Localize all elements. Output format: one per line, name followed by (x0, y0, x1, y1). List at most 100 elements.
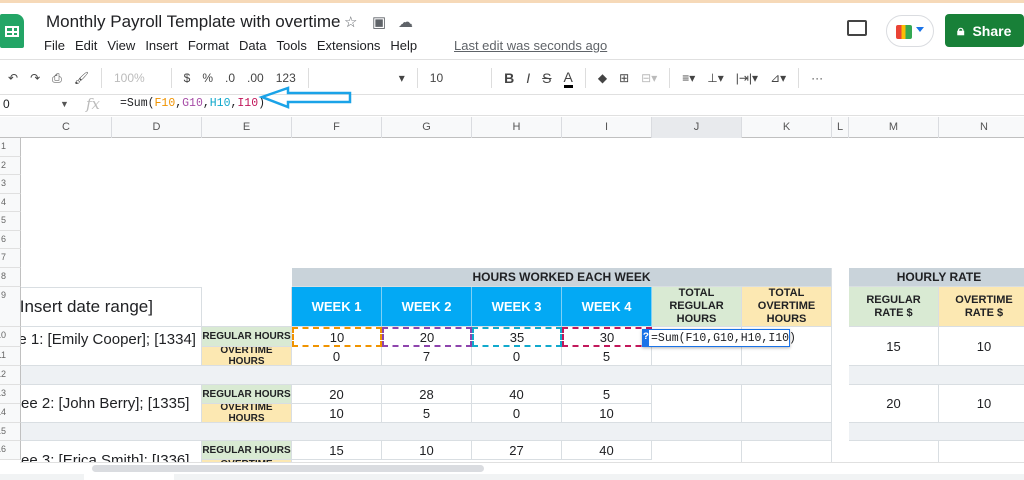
blank-cell[interactable] (202, 287, 292, 327)
regular-hours-cell[interactable]: 28 (382, 385, 472, 404)
italic-button[interactable]: I (526, 70, 530, 86)
overtime-hours-cell[interactable]: 10 (562, 404, 652, 423)
regular-hours-cell[interactable]: 27 (472, 441, 562, 460)
separator-row[interactable] (849, 423, 1024, 441)
scrollbar-thumb[interactable] (92, 465, 484, 472)
gap-column[interactable] (832, 268, 849, 480)
regular-hours-cell[interactable]: 5 (562, 385, 652, 404)
overtime-rate-cell[interactable]: 10 (939, 327, 1024, 366)
name-box[interactable]: 0 (3, 97, 10, 111)
column-header-l[interactable]: L (832, 117, 849, 138)
sheets-logo-icon[interactable] (0, 14, 24, 48)
column-header-i[interactable]: I (562, 117, 652, 138)
total-overtime-header[interactable]: TOTAL OVERTIME HOURS (742, 287, 832, 327)
currency-button[interactable]: $ (184, 71, 191, 85)
overtime-hours-cell[interactable]: 5 (382, 404, 472, 423)
row-header-2[interactable]: 2 (0, 157, 21, 175)
row-header-8[interactable]: 8 (0, 268, 21, 287)
week-2-header[interactable]: WEEK 2 (382, 287, 472, 327)
regular-hours-cell[interactable]: 20 (382, 327, 472, 347)
document-title[interactable]: Monthly Payroll Template with overtime (46, 12, 340, 32)
menu-view[interactable]: View (107, 38, 135, 53)
font-select[interactable]: ▾ (399, 71, 405, 85)
last-edit-link[interactable]: Last edit was seconds ago (454, 38, 607, 53)
text-color-button[interactable]: A (563, 69, 573, 88)
total-overtime-cell[interactable] (742, 385, 832, 423)
regular-hours-cell[interactable]: 15 (292, 441, 382, 460)
date-range-cell[interactable]: [Insert date range] (21, 287, 202, 327)
overtime-hours-cell[interactable]: 5 (562, 347, 652, 366)
column-header-c[interactable]: C (21, 117, 112, 138)
row-header-14[interactable]: 14 (0, 404, 21, 423)
regular-rate-header[interactable]: REGULAR RATE $ (849, 287, 939, 327)
employee-name-cell[interactable]: Employee 1: [Emily Cooper]; [1334] (21, 327, 202, 366)
row-header-10[interactable]: 10 (0, 327, 21, 347)
regular-hours-cell[interactable]: 40 (562, 441, 652, 460)
regular-hours-label[interactable]: REGULAR HOURS (202, 441, 292, 460)
employee-name-cell[interactable]: Employee 2: [John Berry]; [1335] (21, 385, 202, 423)
row-header-5[interactable]: 5 (0, 212, 21, 231)
menu-tools[interactable]: Tools (276, 38, 306, 53)
more-icon[interactable]: ··· (811, 71, 823, 85)
row-header-1[interactable]: 1 (0, 138, 21, 157)
blank-area[interactable] (21, 138, 1024, 268)
bold-button[interactable]: B (504, 70, 514, 86)
regular-hours-cell[interactable]: 35 (472, 327, 562, 347)
undo-icon[interactable]: ↶ (8, 71, 18, 85)
row-header-7[interactable]: 7 (0, 249, 21, 268)
overtime-hours-cell[interactable]: 10 (292, 404, 382, 423)
merge-cells-icon[interactable]: ⊟▾ (641, 71, 657, 85)
meet-button[interactable] (886, 15, 934, 47)
borders-icon[interactable]: ⊞ (619, 71, 629, 85)
total-regular-header[interactable]: TOTAL REGULAR HOURS (652, 287, 742, 327)
share-button[interactable]: 🔒︎ Share (945, 14, 1024, 47)
menu-help[interactable]: Help (390, 38, 417, 53)
column-header-k[interactable]: K (742, 117, 832, 138)
regular-hours-cell[interactable]: 20 (292, 385, 382, 404)
print-icon[interactable]: ⎙ (52, 71, 62, 86)
zoom-select[interactable]: 100% (114, 71, 145, 85)
formula-input[interactable]: =Sum(F10,G10,H10,I10) (120, 97, 265, 110)
menu-file[interactable]: File (44, 38, 65, 53)
regular-rate-cell[interactable]: 20 (849, 385, 939, 423)
column-header-g[interactable]: G (382, 117, 472, 138)
regular-hours-label[interactable]: REGULAR HOURS (202, 385, 292, 404)
regular-hours-cell[interactable]: 10 (382, 441, 472, 460)
menu-format[interactable]: Format (188, 38, 229, 53)
decrease-decimal-button[interactable]: .0 (225, 71, 235, 85)
percent-button[interactable]: % (202, 71, 213, 85)
regular-hours-cell[interactable]: 40 (472, 385, 562, 404)
horizontal-align-icon[interactable]: ≡▾ (682, 71, 695, 85)
increase-decimal-button[interactable]: .00 (247, 71, 264, 85)
column-header-f[interactable]: F (292, 117, 382, 138)
week-1-header[interactable]: WEEK 1 (292, 287, 382, 327)
font-size-select[interactable]: 10 (430, 71, 443, 85)
row-header-9[interactable]: 9 (0, 287, 21, 327)
separator-row[interactable] (21, 423, 832, 441)
column-header-d[interactable]: D (112, 117, 202, 138)
regular-hours-cell[interactable]: 30 (562, 327, 652, 347)
vertical-align-icon[interactable]: ⊥▾ (707, 71, 723, 85)
column-header-j[interactable]: J (652, 117, 742, 138)
paint-format-icon[interactable]: 🖌︎ (74, 71, 89, 85)
separator-row[interactable] (21, 366, 832, 385)
move-folder-icon[interactable]: ▣ (372, 13, 386, 31)
row-header-6[interactable]: 6 (0, 231, 21, 249)
overtime-rate-cell[interactable]: 10 (939, 385, 1024, 423)
hours-worked-header[interactable]: HOURS WORKED EACH WEEK (292, 268, 832, 287)
row-header-4[interactable]: 4 (0, 194, 21, 212)
overtime-hours-label[interactable]: OVERTIME HOURS (202, 347, 292, 366)
menu-data[interactable]: Data (239, 38, 266, 53)
overtime-rate-header[interactable]: OVERTIME RATE $ (939, 287, 1024, 327)
redo-icon[interactable]: ↷ (30, 71, 40, 85)
more-formats-button[interactable]: 123 (276, 71, 296, 85)
overtime-hours-cell[interactable]: 0 (292, 347, 382, 366)
overtime-hours-label[interactable]: OVERTIME HOURS (202, 404, 292, 423)
regular-hours-label[interactable]: REGULAR HOURS (202, 327, 292, 347)
menu-extensions[interactable]: Extensions (317, 38, 381, 53)
chevron-down-icon[interactable]: ▼ (60, 99, 69, 109)
column-header-h[interactable]: H (472, 117, 562, 138)
total-regular-cell[interactable] (652, 385, 742, 423)
separator-row[interactable] (849, 366, 1024, 385)
strikethrough-button[interactable]: S (542, 70, 551, 86)
